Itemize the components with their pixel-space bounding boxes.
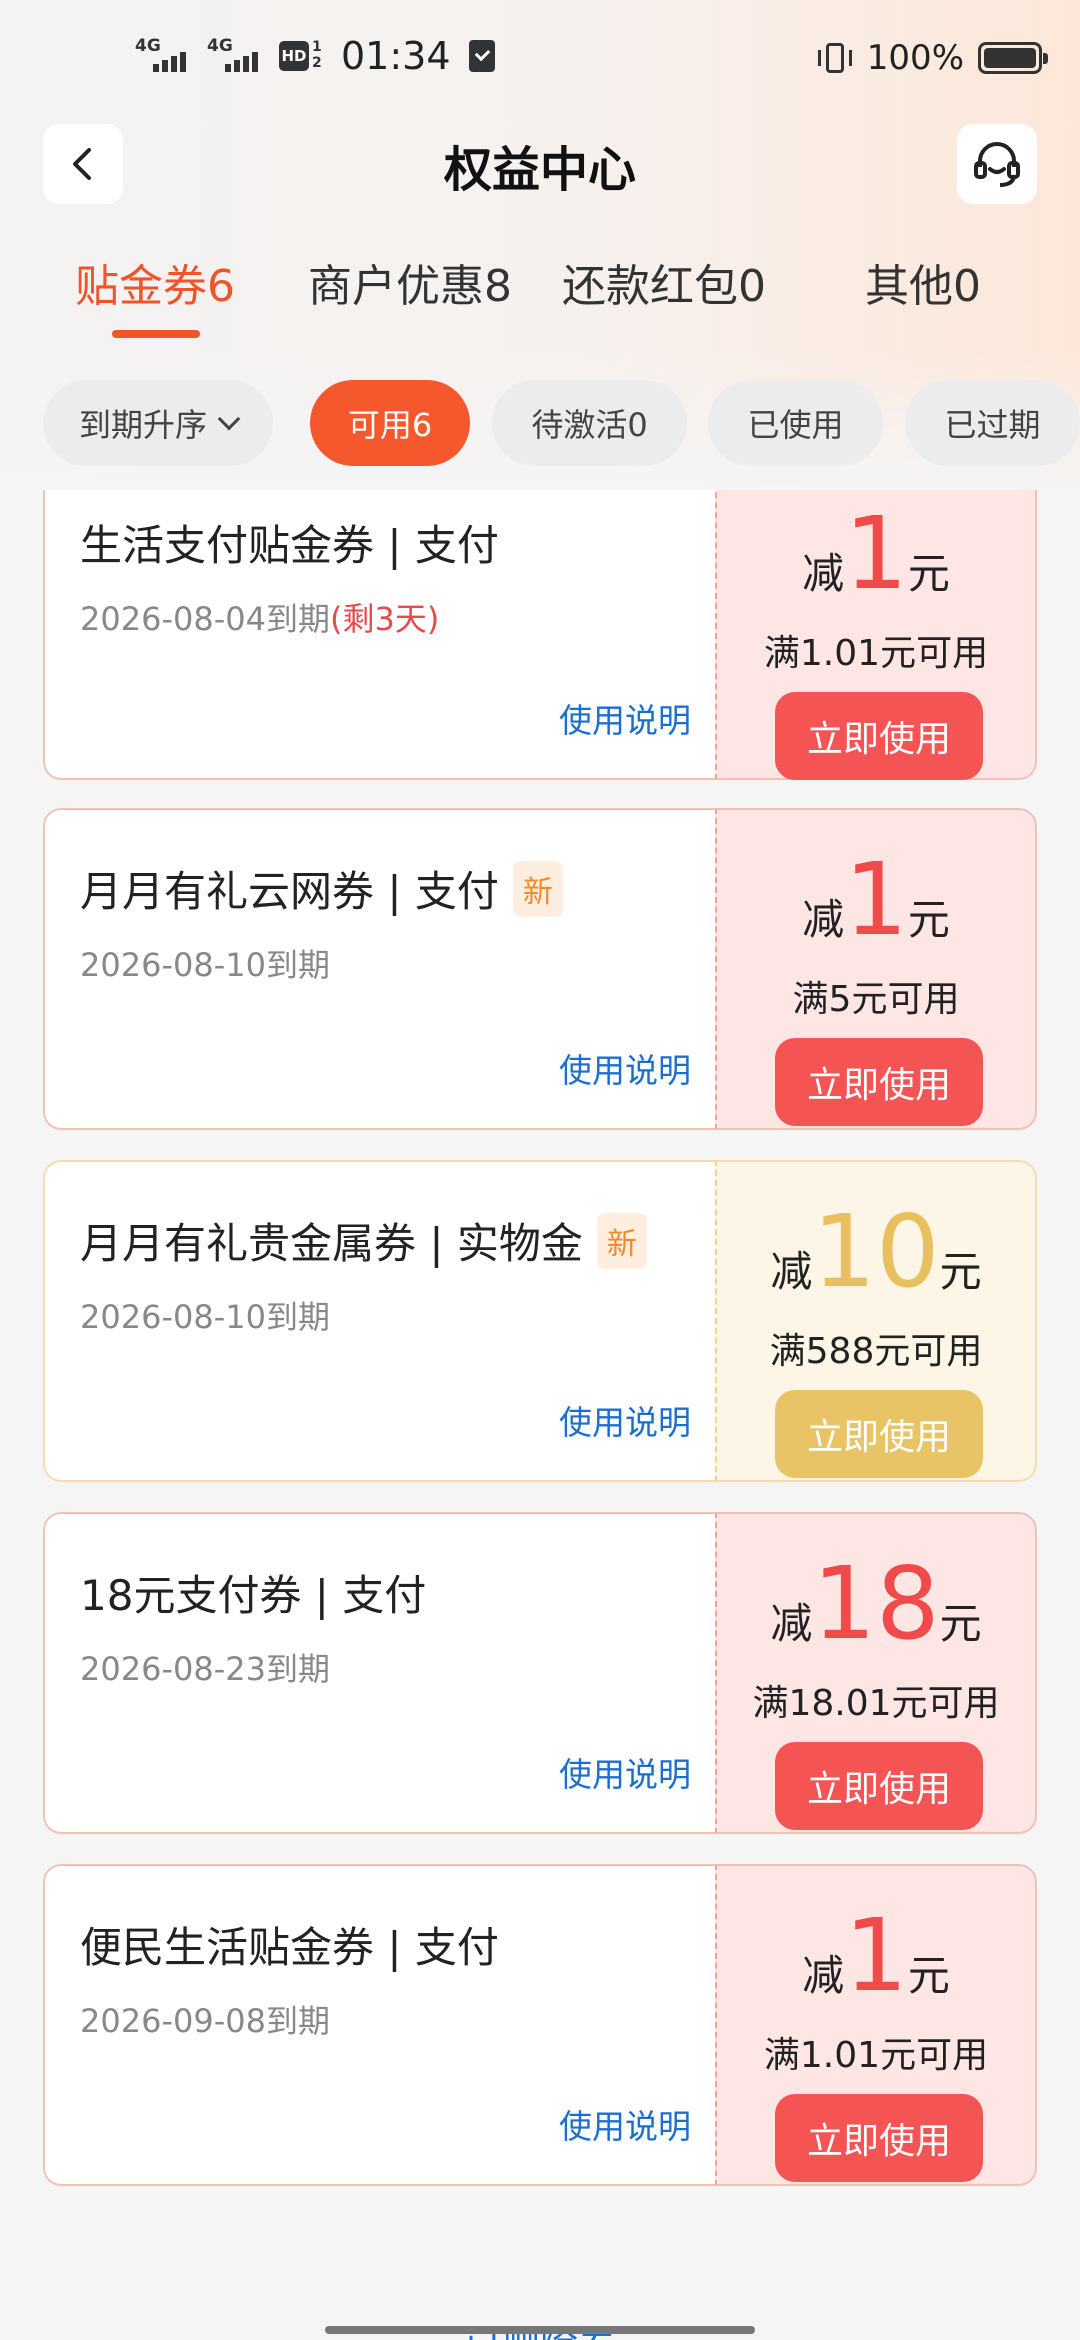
filter-expired[interactable]: 已过期 (905, 380, 1080, 466)
discount-amount: 减18元 (770, 1545, 982, 1662)
headset-icon (974, 142, 1020, 187)
new-badge: 新 (596, 1212, 647, 1269)
usage-instructions-link[interactable]: 使用说明 (559, 1044, 691, 1092)
coupon-card: 生活支付贴金券 | 支付 2026-08-04到期(剩3天) 使用说明 减1元 … (43, 490, 1037, 780)
signal-4g-icon: 4G (135, 34, 197, 78)
chevron-down-icon (217, 407, 241, 431)
coupon-expiry: 2026-08-23到期 (80, 1650, 330, 1688)
filter-chips: 到期升序 可用6 待激活0 已使用 已过期 (0, 380, 1080, 470)
customer-service-button[interactable] (957, 124, 1037, 204)
coupon-card: 18元支付券 | 支付 2026-08-23到期 使用说明 减18元 满18.0… (43, 1512, 1037, 1834)
usage-instructions-link[interactable]: 使用说明 (559, 1396, 691, 1444)
tab-merchant-offers[interactable]: 商户优惠8 (308, 250, 512, 314)
coupon-card: 便民生活贴金券 | 支付 2026-09-08到期 使用说明 减1元 满1.01… (43, 1864, 1037, 2186)
coupon-name: 生活支付贴金券 | 支付 (80, 521, 499, 570)
use-now-button[interactable]: 立即使用 (775, 1390, 983, 1478)
coupon-expiry: 2026-09-08到期 (80, 2002, 330, 2040)
vibrate-icon (817, 40, 853, 76)
coupon-tabs: 贴金券6 商户优惠8 还款红包0 其他0 (0, 250, 1080, 340)
use-now-button[interactable]: 立即使用 (775, 692, 983, 780)
page-title: 权益中心 (443, 142, 636, 198)
days-remaining: (剩3天) (329, 600, 440, 638)
discount-amount: 减1元 (802, 495, 950, 612)
filter-pending-activation[interactable]: 待激活0 (492, 380, 687, 466)
usage-instructions-link[interactable]: 使用说明 (559, 2100, 691, 2148)
tab-other[interactable]: 其他0 (865, 250, 981, 314)
page-header: 权益中心 (0, 120, 1080, 210)
status-bar: 4G 4G HD 1 2 01:34 100% (0, 0, 1080, 120)
coupon-name: 月月有礼云网券 | 支付新 (80, 858, 563, 919)
coupon-name: 18元支付券 | 支付 (80, 1571, 427, 1620)
task-check-icon (468, 40, 495, 72)
coupon-expiry: 2026-08-10到期 (80, 946, 330, 984)
coupon-name: 月月有礼贵金属券 | 实物金新 (80, 1210, 647, 1271)
discount-amount: 减10元 (770, 1193, 982, 1310)
usage-instructions-link[interactable]: 使用说明 (559, 1748, 691, 1796)
filter-available[interactable]: 可用6 (310, 380, 470, 466)
coupon-expiry: 2026-08-10到期 (80, 1298, 330, 1336)
coupon-expiry: 2026-08-04到期(剩3天) (80, 600, 440, 638)
discount-amount: 减1元 (802, 841, 950, 958)
usage-condition: 满588元可用 (769, 1331, 983, 1372)
usage-condition: 满1.01元可用 (763, 2035, 989, 2076)
coupon-list: 生活支付贴金券 | 支付 2026-08-04到期(剩3天) 使用说明 减1元 … (0, 490, 1080, 2340)
coupon-name: 便民生活贴金券 | 支付 (80, 1923, 499, 1972)
home-indicator[interactable] (325, 2326, 755, 2334)
coupon-card: 月月有礼云网券 | 支付新 2026-08-10到期 使用说明 减1元 满5元可… (43, 808, 1037, 1130)
status-time: 01:34 (341, 34, 451, 78)
tab-gold-coupon[interactable]: 贴金券6 (75, 250, 235, 314)
active-tab-indicator (112, 330, 200, 338)
usage-condition: 满5元可用 (792, 979, 960, 1020)
signal-4g-icon: 4G (207, 34, 269, 78)
battery-percent: 100% (866, 38, 964, 78)
hd-call-icon: HD 1 2 (279, 39, 325, 73)
use-now-button[interactable]: 立即使用 (775, 2094, 983, 2182)
new-badge: 新 (512, 860, 563, 917)
battery-icon (978, 42, 1048, 74)
tab-repayment-redpacket[interactable]: 还款红包0 (562, 250, 766, 314)
use-now-button[interactable]: 立即使用 (775, 1038, 983, 1126)
sort-label: 到期升序 (78, 406, 207, 444)
filter-used[interactable]: 已使用 (708, 380, 883, 466)
use-now-button[interactable]: 立即使用 (775, 1742, 983, 1830)
usage-instructions-link[interactable]: 使用说明 (559, 694, 691, 742)
coupon-card: 月月有礼贵金属券 | 实物金新 2026-08-10到期 使用说明 减10元 满… (43, 1160, 1037, 1482)
sort-dropdown[interactable]: 到期升序 (43, 380, 273, 466)
discount-amount: 减1元 (802, 1897, 950, 2014)
usage-condition: 满1.01元可用 (763, 633, 989, 674)
usage-condition: 满18.01元可用 (752, 1683, 1000, 1724)
